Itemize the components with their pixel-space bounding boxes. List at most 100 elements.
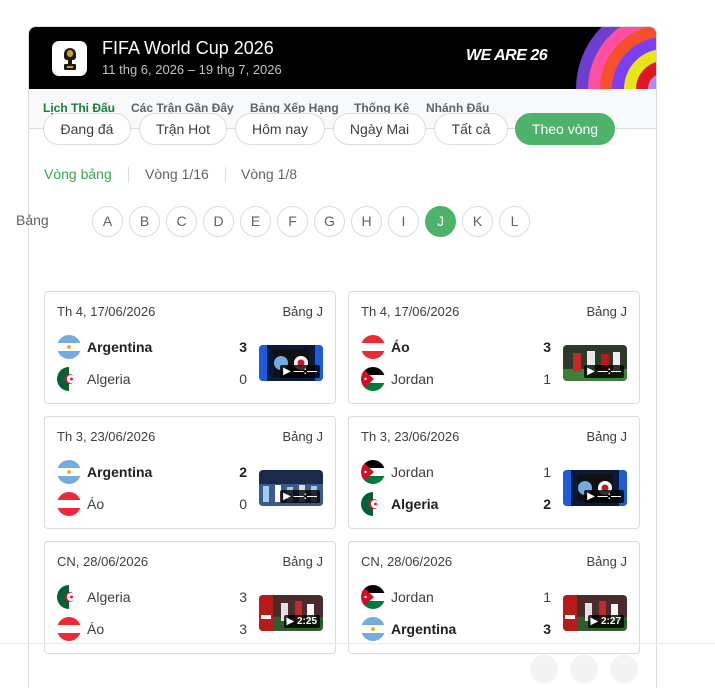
video-duration: ▶ —:— xyxy=(584,365,624,378)
highlight-video-thumbnail[interactable]: ▶ —:— xyxy=(259,470,323,506)
home-team-row: Argentina 3 xyxy=(57,335,247,359)
match-card[interactable]: Th 4, 17/06/2026 Bảng J Argentina 3 Algeria 0… xyxy=(44,291,336,404)
highlight-video-thumbnail[interactable]: ▶ —:— xyxy=(259,345,323,381)
team-score: 1 xyxy=(543,371,551,387)
round-of-32[interactable]: Vòng 1/16 xyxy=(145,166,209,182)
match-group: Bảng J xyxy=(586,429,627,444)
match-date: CN, 28/06/2026 xyxy=(361,554,453,569)
home-team-row: Argentina 2 xyxy=(57,460,247,484)
video-duration: ▶ 2:25 xyxy=(283,615,320,628)
away-team-row: Algeria 0 xyxy=(57,367,247,391)
tournament-title[interactable]: FIFA World Cup 2026 xyxy=(102,38,274,59)
austria-flag-icon xyxy=(361,335,385,359)
match-card[interactable]: Th 3, 23/06/2026 Bảng J Jordan 1 Algeria 2 ▶ —… xyxy=(348,416,640,529)
team-score: 3 xyxy=(239,589,247,605)
match-group: Bảng J xyxy=(282,429,323,444)
group-a[interactable]: A xyxy=(92,206,123,237)
rainbow-arcs-decoration xyxy=(576,27,656,89)
away-team-row: Áo 0 xyxy=(57,492,247,516)
match-date: Th 4, 17/06/2026 xyxy=(361,304,460,319)
group-d[interactable]: D xyxy=(203,206,234,237)
jordan-flag-icon xyxy=(361,460,385,484)
match-card[interactable]: Th 4, 17/06/2026 Bảng J Áo 3 Jordan 1 ▶ —:— xyxy=(348,291,640,404)
filter-hot[interactable]: Trận Hot xyxy=(139,113,227,145)
group-l[interactable]: L xyxy=(499,206,530,237)
filter-tomorrow[interactable]: Ngày Mai xyxy=(333,113,426,145)
away-team-row: Algeria 2 xyxy=(361,492,551,516)
highlight-video-thumbnail[interactable]: ▶ 2:25 xyxy=(259,595,323,631)
team-score: 3 xyxy=(239,621,247,637)
team-score: 1 xyxy=(543,589,551,605)
duration-text: —:— xyxy=(597,491,621,502)
tournament-header: FIFA World Cup 2026 11 thg 6, 2026 – 19 … xyxy=(29,27,656,89)
play-icon: ▶ xyxy=(286,616,295,627)
match-card[interactable]: CN, 28/06/2026 Bảng J Algeria 3 Áo 3 ▶ 2:25 xyxy=(44,541,336,654)
group-j[interactable]: J xyxy=(425,206,456,237)
play-icon: ▶ xyxy=(590,616,599,627)
team-name: Algeria xyxy=(87,371,131,387)
group-e[interactable]: E xyxy=(240,206,271,237)
team-name: Algeria xyxy=(391,496,439,512)
filter-by-round[interactable]: Theo vòng xyxy=(515,113,615,145)
filter-live[interactable]: Đang đá xyxy=(43,113,131,145)
group-b[interactable]: B xyxy=(129,206,160,237)
highlight-video-thumbnail[interactable]: ▶ 2:27 xyxy=(563,595,627,631)
filter-all[interactable]: Tất cả xyxy=(434,113,508,145)
divider xyxy=(225,167,226,183)
team-score: 3 xyxy=(543,339,551,355)
round-group-stage[interactable]: Vòng bảng xyxy=(44,166,112,182)
group-k[interactable]: K xyxy=(462,206,493,237)
algeria-flag-icon xyxy=(361,492,385,516)
nav-button[interactable] xyxy=(530,655,558,683)
nav-button[interactable] xyxy=(570,655,598,683)
video-duration: ▶ 2:27 xyxy=(587,615,624,628)
duration-text: —:— xyxy=(597,366,621,377)
argentina-flag-icon xyxy=(361,617,385,641)
match-date: Th 4, 17/06/2026 xyxy=(57,304,156,319)
match-date: Th 3, 23/06/2026 xyxy=(57,429,156,444)
austria-flag-icon xyxy=(57,617,81,641)
duration-text: —:— xyxy=(293,491,317,502)
round-of-16[interactable]: Vòng 1/8 xyxy=(241,166,297,182)
video-duration: ▶ —:— xyxy=(280,490,320,503)
team-name: Áo xyxy=(87,496,105,512)
play-icon: ▶ xyxy=(587,366,595,377)
jordan-flag-icon xyxy=(361,585,385,609)
team-score: 0 xyxy=(239,496,247,512)
algeria-flag-icon xyxy=(57,367,81,391)
play-icon: ▶ xyxy=(587,491,595,502)
filter-today[interactable]: Hôm nay xyxy=(235,113,325,145)
home-team-row: Jordan 1 xyxy=(361,460,551,484)
video-duration: ▶ —:— xyxy=(280,365,320,378)
video-duration: ▶ —:— xyxy=(584,490,624,503)
duration-text: 2:27 xyxy=(600,616,621,627)
highlight-video-thumbnail[interactable]: ▶ —:— xyxy=(563,345,627,381)
group-f[interactable]: F xyxy=(277,206,308,237)
austria-flag-icon xyxy=(57,492,81,516)
slogan-logo: WE ARE 26 xyxy=(466,47,548,64)
match-group: Bảng J xyxy=(282,304,323,319)
match-date: CN, 28/06/2026 xyxy=(57,554,149,569)
world-cup-logo xyxy=(52,41,87,76)
group-h[interactable]: H xyxy=(351,206,382,237)
match-card[interactable]: Th 3, 23/06/2026 Bảng J Argentina 2 Áo 0 ▶ —:— xyxy=(44,416,336,529)
match-group: Bảng J xyxy=(586,304,627,319)
team-name: Algeria xyxy=(87,589,131,605)
team-score: 2 xyxy=(543,496,551,512)
team-score: 2 xyxy=(239,464,247,480)
match-group: Bảng J xyxy=(586,554,627,569)
away-team-row: Áo 3 xyxy=(57,617,247,641)
argentina-flag-icon xyxy=(57,460,81,484)
group-i[interactable]: I xyxy=(388,206,419,237)
group-c[interactable]: C xyxy=(166,206,197,237)
duration-text: —:— xyxy=(293,366,317,377)
group-g[interactable]: G xyxy=(314,206,345,237)
home-team-row: Jordan 1 xyxy=(361,585,551,609)
nav-button[interactable] xyxy=(610,655,638,683)
group-label: Bảng xyxy=(16,212,49,228)
match-card[interactable]: CN, 28/06/2026 Bảng J Jordan 1 Argentina 3 ▶ 2… xyxy=(348,541,640,654)
highlight-video-thumbnail[interactable]: ▶ —:— xyxy=(563,470,627,506)
play-icon: ▶ xyxy=(283,491,291,502)
play-icon: ▶ xyxy=(283,366,291,377)
team-name: Jordan xyxy=(391,464,434,480)
